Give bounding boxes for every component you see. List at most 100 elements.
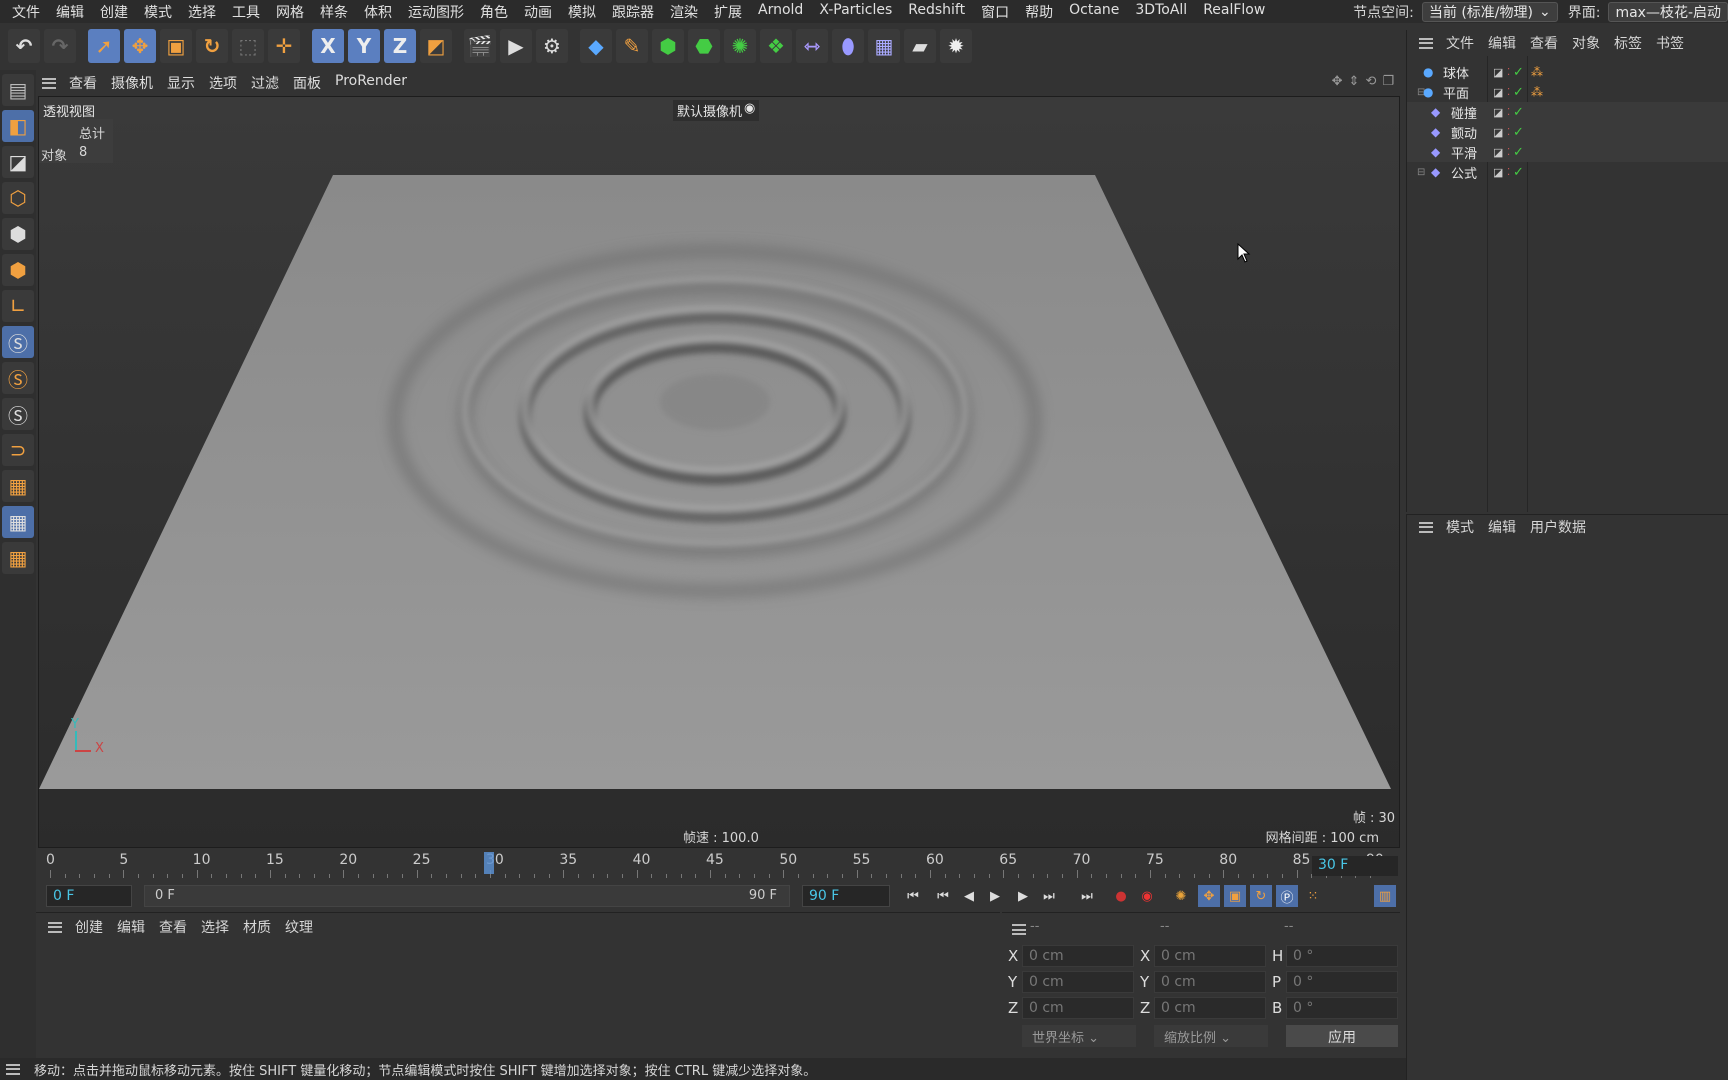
edit-flag-icon[interactable]: ◪: [1493, 86, 1503, 99]
orbit-icon[interactable]: ⟲: [1365, 74, 1376, 89]
hamburger-icon[interactable]: [48, 921, 62, 933]
key-param-icon[interactable]: Ⓟ: [1276, 885, 1298, 907]
prev-frame-icon[interactable]: ◀: [958, 885, 980, 907]
pen-tool-button[interactable]: ✎: [616, 29, 648, 63]
next-key-icon[interactable]: ⏭: [1038, 885, 1060, 907]
menu-item-5[interactable]: 工具: [224, 2, 268, 22]
camera-label[interactable]: 默认摄像机 ◉: [673, 100, 760, 121]
viewport-menu-item-4[interactable]: 过滤: [244, 73, 286, 93]
viewport-menu-item-3[interactable]: 选项: [202, 73, 244, 93]
visibility-dots-icon[interactable]: ⁚: [1507, 147, 1510, 158]
auto-key-icon[interactable]: ◉: [1136, 885, 1158, 907]
menu-item-4[interactable]: 选择: [180, 2, 224, 22]
polygons-mode-button[interactable]: ⬢: [2, 254, 34, 286]
snap-2-button[interactable]: Ⓢ: [2, 398, 34, 430]
edit-flag-icon[interactable]: ◪: [1493, 166, 1503, 179]
menu-item-7[interactable]: 样条: [312, 2, 356, 22]
pan-icon[interactable]: ✥: [1332, 74, 1343, 89]
coord-system-tool-button[interactable]: ◩: [420, 29, 452, 63]
enabled-check-icon[interactable]: ✓: [1513, 105, 1524, 120]
viewport-menu-item-6[interactable]: ProRender: [328, 73, 414, 93]
menu-item-8[interactable]: 体积: [356, 2, 400, 22]
size-x-field[interactable]: 0 cm: [1154, 945, 1266, 967]
magnet-button[interactable]: ⊃: [2, 434, 34, 466]
material-menu-item-0[interactable]: 创建: [68, 917, 110, 937]
hamburger-icon[interactable]: [1419, 521, 1433, 533]
object-menu-item-2[interactable]: 查看: [1523, 33, 1565, 53]
material-menu-item-2[interactable]: 查看: [152, 917, 194, 937]
size-y-field[interactable]: 0 cm: [1154, 971, 1266, 993]
select-tool-button[interactable]: ➚: [88, 29, 120, 63]
pos-y-field[interactable]: 0 cm: [1022, 971, 1134, 993]
go-to-start-icon[interactable]: ⏮: [902, 885, 924, 907]
edit-flag-icon[interactable]: ◪: [1493, 106, 1503, 119]
attr-menu-item-2[interactable]: 用户数据: [1523, 517, 1593, 537]
enabled-check-icon[interactable]: ✓: [1513, 65, 1524, 80]
menu-item-19[interactable]: 窗口: [973, 2, 1017, 22]
snap-settings-button[interactable]: Ⓢ: [2, 362, 34, 394]
key-position-icon[interactable]: ✥: [1198, 885, 1220, 907]
workplane-lock-button[interactable]: ▦: [2, 506, 34, 538]
hamburger-icon[interactable]: [1419, 37, 1433, 49]
visibility-dots-icon[interactable]: ⁚: [1507, 127, 1510, 138]
menu-item-0[interactable]: 文件: [4, 2, 48, 22]
move-tool-button[interactable]: ✥: [124, 29, 156, 63]
viewport-menu-item-2[interactable]: 显示: [160, 73, 202, 93]
model-mode-button[interactable]: ▤: [2, 74, 34, 106]
menu-item-11[interactable]: 动画: [516, 2, 560, 22]
workplane-align-button[interactable]: ▦: [2, 542, 34, 574]
menu-item-9[interactable]: 运动图形: [400, 2, 472, 22]
extrude-tool-button[interactable]: ⬣: [688, 29, 720, 63]
camera-tool-button[interactable]: ▰: [904, 29, 936, 63]
menu-item-1[interactable]: 编辑: [48, 2, 92, 22]
menu-item-3[interactable]: 模式: [136, 2, 180, 22]
render-region-tool-button[interactable]: 🎬: [464, 29, 496, 63]
apply-button[interactable]: 应用: [1286, 1025, 1398, 1047]
enabled-check-icon[interactable]: ✓: [1513, 165, 1524, 180]
floor-tool-button[interactable]: ▦: [868, 29, 900, 63]
rot-p-field[interactable]: 0 °: [1286, 971, 1398, 993]
object-menu-item-5[interactable]: 书签: [1649, 33, 1691, 53]
rot-h-field[interactable]: 0 °: [1286, 945, 1398, 967]
viewport-menu-item-1[interactable]: 摄像机: [104, 73, 160, 93]
array-tool-button[interactable]: ❖: [760, 29, 792, 63]
material-menu-item-1[interactable]: 编辑: [110, 917, 152, 937]
object-menu-item-4[interactable]: 标签: [1607, 33, 1649, 53]
layout-dropdown[interactable]: max—枝花-启动: [1608, 1, 1728, 22]
preview-range-slider[interactable]: 0 F 90 F: [144, 885, 790, 907]
menu-item-22[interactable]: 3DToAll: [1127, 2, 1195, 22]
visibility-dots-icon[interactable]: ⁚: [1507, 167, 1510, 178]
key-scale-icon[interactable]: ▣: [1224, 885, 1246, 907]
hamburger-icon[interactable]: [1012, 924, 1026, 935]
viewport-menu-item-5[interactable]: 面板: [286, 73, 328, 93]
deformer-tool-button[interactable]: ⇿: [796, 29, 828, 63]
object-row[interactable]: ◆ 颤动 ◪ ⁚ ✓: [1407, 122, 1728, 142]
menu-item-21[interactable]: Octane: [1061, 2, 1127, 22]
hamburger-icon[interactable]: [42, 77, 56, 89]
maximize-icon[interactable]: ❐: [1382, 74, 1394, 89]
start-frame-field[interactable]: 0 F: [46, 885, 132, 907]
object-row[interactable]: ● 球体 ◪ ⁚ ✓ ⁂: [1407, 62, 1728, 82]
timeline-ruler[interactable]: 051015202530354045505560657075808590 30 …: [36, 850, 1400, 880]
playhead[interactable]: [483, 852, 494, 874]
object-mode-button[interactable]: ◧: [2, 110, 34, 142]
object-row[interactable]: ⊟ ● 平面 ◪ ⁚ ✓ ⁂: [1407, 82, 1728, 102]
pos-z-field[interactable]: 0 cm: [1022, 997, 1134, 1019]
menu-item-10[interactable]: 角色: [472, 2, 516, 22]
edit-flag-icon[interactable]: ◪: [1493, 66, 1503, 79]
tag-icon[interactable]: ⁂: [1531, 85, 1543, 99]
visibility-dots-icon[interactable]: ⁚: [1507, 107, 1510, 118]
dolly-icon[interactable]: ⇕: [1349, 74, 1360, 89]
enabled-check-icon[interactable]: ✓: [1513, 145, 1524, 160]
viewport[interactable]: 透视视图 默认摄像机 ◉ 总计 对象 8 Y X 帧 : 30 帧速 : 100.…: [38, 96, 1400, 848]
attr-menu-item-1[interactable]: 编辑: [1481, 517, 1523, 537]
material-menu-item-3[interactable]: 选择: [194, 917, 236, 937]
axis-tool-button[interactable]: ✛: [268, 29, 300, 63]
cloner-tool-button[interactable]: ✺: [724, 29, 756, 63]
visibility-dots-icon[interactable]: ⁚: [1507, 67, 1510, 78]
rotate-tool-button[interactable]: ↻: [196, 29, 228, 63]
edit-flag-icon[interactable]: ◪: [1493, 126, 1503, 139]
play-icon[interactable]: ▶: [984, 885, 1006, 907]
undo-tool-button[interactable]: ↶: [8, 29, 40, 63]
pos-x-field[interactable]: 0 cm: [1022, 945, 1134, 967]
